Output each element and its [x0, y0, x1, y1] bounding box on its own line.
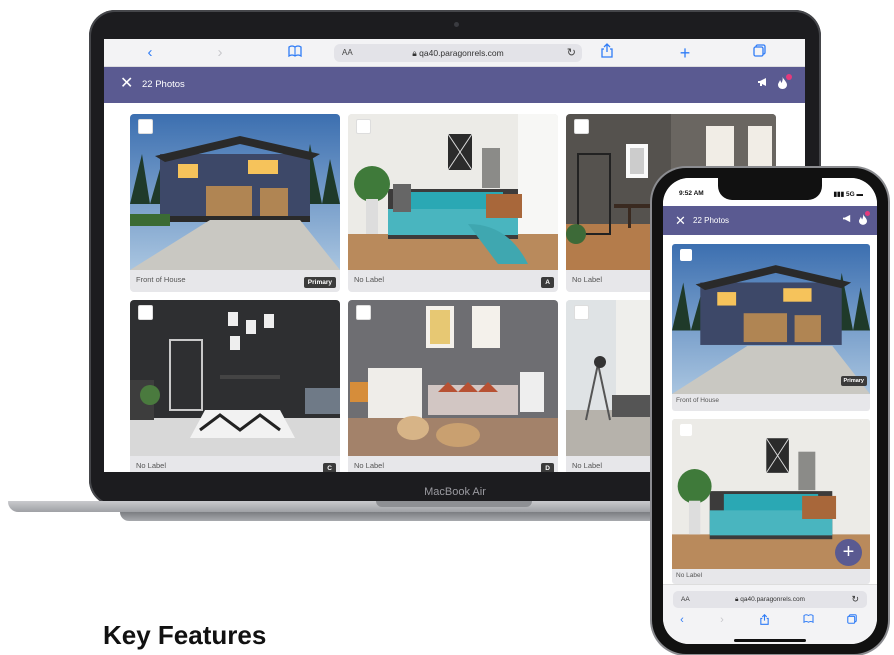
- back-icon[interactable]: ‹: [140, 43, 160, 63]
- lock-icon: 🔒︎: [412, 48, 417, 58]
- tabs-icon[interactable]: [749, 43, 769, 63]
- select-checkbox[interactable]: [574, 119, 589, 134]
- lock-icon: 🔒︎: [735, 596, 739, 603]
- photo-badge: C: [323, 463, 336, 472]
- photo-caption: No Label: [572, 275, 603, 284]
- phone-browser-bar: AA 🔒︎ qa40.paragonrels.com ↻ ‹ ›: [663, 584, 877, 644]
- url-text: qa40.paragonrels.com: [419, 48, 504, 58]
- address-bar[interactable]: AA 🔒︎ qa40.paragonrels.com ↻: [334, 44, 582, 62]
- flame-icon[interactable]: [778, 77, 787, 92]
- photo-card[interactable]: C No Label: [130, 300, 340, 472]
- share-icon[interactable]: [597, 43, 617, 64]
- bookmarks-icon[interactable]: [801, 614, 815, 626]
- laptop-camera: [454, 22, 459, 27]
- photo-caption: No Label: [572, 461, 603, 470]
- bookmarks-icon[interactable]: [285, 43, 305, 63]
- house-photo: [130, 114, 340, 270]
- battery-icon: ▬: [856, 191, 864, 198]
- select-checkbox[interactable]: [356, 119, 371, 134]
- photo-badge: D: [541, 463, 554, 472]
- photo-caption: Front of House: [136, 275, 186, 284]
- house-photo: [672, 244, 870, 394]
- laptop-lip: [376, 501, 532, 507]
- add-photo-button[interactable]: +: [835, 539, 862, 566]
- phone-notch: [718, 178, 822, 200]
- notification-dot: [865, 211, 870, 216]
- megaphone-icon[interactable]: [757, 77, 769, 90]
- status-signal: ▮▮▮ 5G ▬: [833, 191, 864, 198]
- photo-card[interactable]: D No Label: [348, 300, 558, 472]
- back-icon[interactable]: ‹: [675, 614, 689, 626]
- app-header: ✕ 22 Photos: [104, 67, 805, 103]
- reload-icon[interactable]: ↻: [851, 591, 859, 608]
- photo-badge: A: [541, 277, 554, 288]
- photo-count-title: 22 Photos: [693, 216, 730, 225]
- address-bar[interactable]: AA 🔒︎ qa40.paragonrels.com ↻: [673, 591, 867, 608]
- living-photo: [348, 300, 558, 456]
- tabs-icon[interactable]: [845, 614, 859, 627]
- url-text: qa40.paragonrels.com: [740, 596, 805, 603]
- forward-icon[interactable]: ›: [210, 43, 230, 63]
- select-checkbox[interactable]: [138, 305, 153, 320]
- photo-caption: No Label: [676, 572, 703, 579]
- select-checkbox[interactable]: [138, 119, 153, 134]
- close-icon[interactable]: ✕: [120, 75, 133, 93]
- marketing-stage: ‹ › AA 🔒︎ qa40.paragonrels.com ↻ + ✕ 22 …: [0, 0, 894, 655]
- photo-count-title: 22 Photos: [142, 79, 185, 90]
- select-checkbox[interactable]: [356, 305, 371, 320]
- photo-caption: No Label: [354, 461, 385, 470]
- select-checkbox[interactable]: [574, 305, 589, 320]
- share-icon[interactable]: [757, 613, 771, 628]
- select-checkbox[interactable]: [680, 249, 692, 261]
- key-features-heading: Key Features: [103, 620, 267, 650]
- new-tab-icon[interactable]: +: [675, 43, 695, 63]
- flame-icon[interactable]: [859, 214, 867, 228]
- close-icon[interactable]: ✕: [675, 213, 686, 229]
- photo-badge: Primary: [840, 376, 867, 386]
- photo-badge: Primary: [303, 277, 336, 288]
- photo-caption: No Label: [354, 275, 385, 284]
- status-time: 9:52 AM: [679, 190, 704, 197]
- photo-card[interactable]: A No Label: [348, 114, 558, 292]
- reload-icon[interactable]: ↻: [567, 44, 576, 62]
- forward-icon[interactable]: ›: [715, 614, 729, 626]
- signal-bars-icon: ▮▮▮: [833, 191, 847, 198]
- bedroom-photo: [348, 114, 558, 270]
- phone-app-header: ✕ 22 Photos: [663, 206, 877, 235]
- photo-caption: No Label: [136, 461, 167, 470]
- notification-dot: [786, 74, 792, 80]
- select-checkbox[interactable]: [680, 424, 692, 436]
- home-indicator[interactable]: [734, 639, 806, 642]
- office-photo: [130, 300, 340, 456]
- photo-caption: Front of House: [676, 397, 719, 404]
- megaphone-icon[interactable]: [842, 214, 853, 226]
- photo-card[interactable]: Primary Front of House: [130, 114, 340, 292]
- phone-screen: 9:52 AM ▮▮▮ 5G ▬ ✕ 22 Photos Primary Fro…: [663, 178, 877, 644]
- photo-card[interactable]: Primary Front of House: [672, 244, 870, 411]
- browser-toolbar: ‹ › AA 🔒︎ qa40.paragonrels.com ↻ +: [104, 39, 805, 67]
